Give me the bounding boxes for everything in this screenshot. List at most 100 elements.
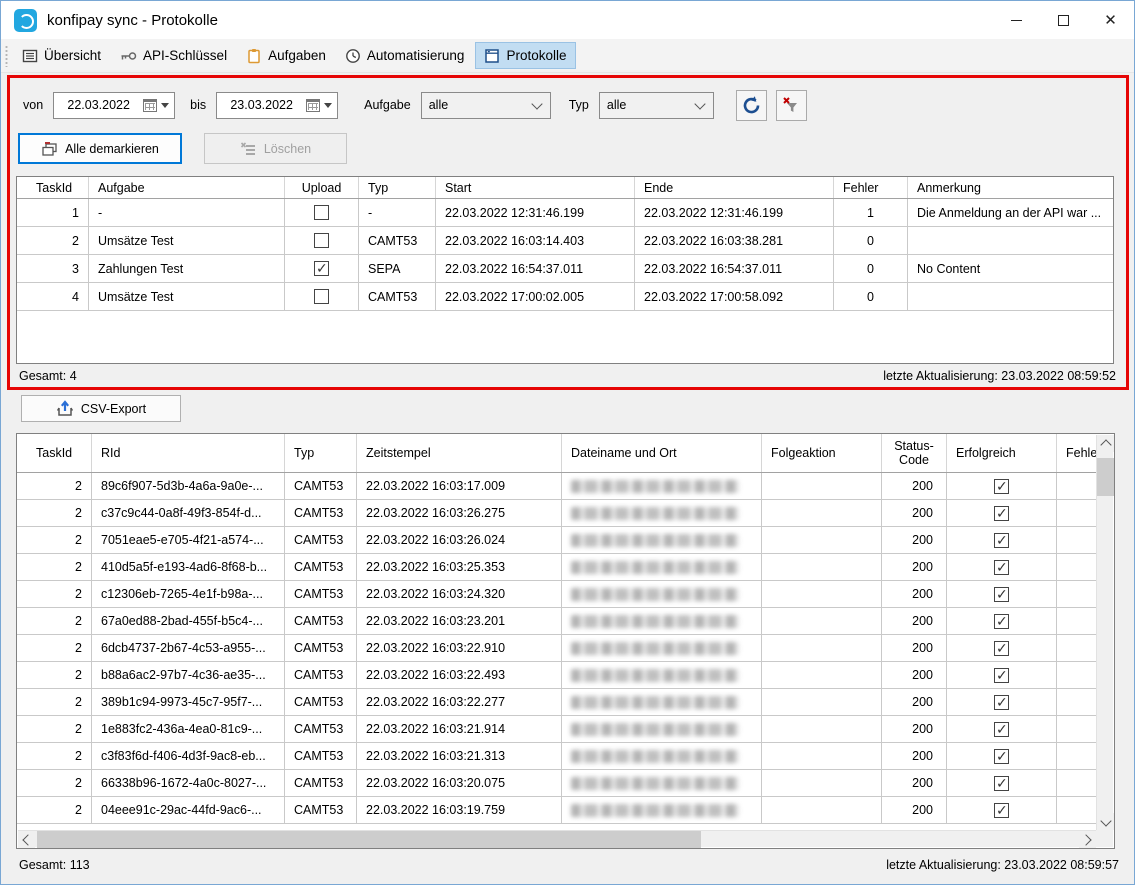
table-row[interactable]: 2 04eee91c-29ac-44fd-9ac6-... CAMT53 22.… bbox=[17, 797, 1096, 824]
col-header-aufgabe[interactable]: Aufgabe bbox=[89, 177, 285, 198]
cell-erfolgreich[interactable] bbox=[947, 554, 1057, 581]
erfolgreich-checkbox[interactable] bbox=[994, 803, 1009, 818]
cell-erfolgreich[interactable] bbox=[947, 689, 1057, 716]
vertical-scrollbar[interactable] bbox=[1096, 435, 1113, 830]
table-row[interactable]: 2 6dcb4737-2b67-4c53-a955-... CAMT53 22.… bbox=[17, 635, 1096, 662]
nav-label: Protokolle bbox=[506, 48, 566, 63]
erfolgreich-checkbox[interactable] bbox=[994, 749, 1009, 764]
erfolgreich-checkbox[interactable] bbox=[994, 722, 1009, 737]
erfolgreich-checkbox[interactable] bbox=[994, 560, 1009, 575]
cell-erfolgreich[interactable] bbox=[947, 743, 1057, 770]
col-header-ende[interactable]: Ende bbox=[635, 177, 834, 198]
erfolgreich-checkbox[interactable] bbox=[994, 614, 1009, 629]
table-row[interactable]: 2 7051eae5-e705-4f21-a574-... CAMT53 22.… bbox=[17, 527, 1096, 554]
col-header-folgeaktion[interactable]: Folgeaktion bbox=[762, 434, 882, 472]
erfolgreich-checkbox[interactable] bbox=[994, 506, 1009, 521]
cell-upload[interactable] bbox=[285, 199, 359, 227]
cell-erfolgreich[interactable] bbox=[947, 635, 1057, 662]
cell-erfolgreich[interactable] bbox=[947, 500, 1057, 527]
col-header-taskid[interactable]: TaskId bbox=[17, 177, 89, 198]
cell-erfolgreich[interactable] bbox=[947, 527, 1057, 554]
chevron-down-icon[interactable] bbox=[324, 103, 332, 108]
cell-upload[interactable] bbox=[285, 255, 359, 283]
date-from-picker[interactable]: 22.03.2022 bbox=[53, 92, 175, 119]
upload-checkbox[interactable] bbox=[314, 233, 329, 248]
col-header-anmerkung[interactable]: Anmerkung bbox=[908, 177, 1113, 198]
cell-erfolgreich[interactable] bbox=[947, 797, 1057, 824]
table-row[interactable]: 4 Umsätze Test CAMT53 22.03.2022 17:00:0… bbox=[17, 283, 1113, 311]
scroll-down-button[interactable] bbox=[1097, 813, 1114, 830]
col-header-status-code[interactable]: Status-Code bbox=[882, 434, 947, 472]
cell-erfolgreich[interactable] bbox=[947, 581, 1057, 608]
table-row[interactable]: 2 c3f83f6d-f406-4d3f-9ac8-eb... CAMT53 2… bbox=[17, 743, 1096, 770]
cell-erfolgreich[interactable] bbox=[947, 608, 1057, 635]
erfolgreich-checkbox[interactable] bbox=[994, 641, 1009, 656]
minimize-button[interactable] bbox=[993, 1, 1040, 39]
upload-checkbox[interactable] bbox=[314, 289, 329, 304]
scroll-right-button[interactable] bbox=[1079, 831, 1096, 848]
table-row[interactable]: 2 89c6f907-5d3b-4a6a-9a0e-... CAMT53 22.… bbox=[17, 473, 1096, 500]
table-row[interactable]: 2 b88a6ac2-97b7-4c36-ae35-... CAMT53 22.… bbox=[17, 662, 1096, 689]
erfolgreich-checkbox[interactable] bbox=[994, 479, 1009, 494]
table-row[interactable]: 3 Zahlungen Test SEPA 22.03.2022 16:54:3… bbox=[17, 255, 1113, 283]
cell-upload[interactable] bbox=[285, 227, 359, 255]
cell-start: 22.03.2022 17:00:02.005 bbox=[436, 283, 635, 311]
cell-erfolgreich[interactable] bbox=[947, 473, 1057, 500]
scroll-left-button[interactable] bbox=[18, 831, 35, 848]
nav-automatisierung[interactable]: Automatisierung bbox=[337, 42, 473, 69]
table-row[interactable]: 2 389b1c94-9973-45c7-95f7-... CAMT53 22.… bbox=[17, 689, 1096, 716]
col-header-rid[interactable]: RId bbox=[92, 434, 285, 472]
table-row[interactable]: 2 Umsätze Test CAMT53 22.03.2022 16:03:1… bbox=[17, 227, 1113, 255]
vertical-scroll-thumb[interactable] bbox=[1097, 458, 1114, 496]
refresh-icon bbox=[741, 95, 762, 116]
erfolgreich-checkbox[interactable] bbox=[994, 587, 1009, 602]
table-row[interactable]: 2 66338b96-1672-4a0c-8027-... CAMT53 22.… bbox=[17, 770, 1096, 797]
clear-filter-button[interactable] bbox=[776, 90, 807, 121]
col-header-taskid[interactable]: TaskId bbox=[17, 434, 92, 472]
col-header-typ[interactable]: Typ bbox=[285, 434, 357, 472]
scroll-up-button[interactable] bbox=[1097, 435, 1114, 452]
cell-erfolgreich[interactable] bbox=[947, 770, 1057, 797]
col-header-dateiname[interactable]: Dateiname und Ort bbox=[562, 434, 762, 472]
horizontal-scroll-thumb[interactable] bbox=[37, 831, 701, 848]
col-header-typ[interactable]: Typ bbox=[359, 177, 436, 198]
col-header-zeitstempel[interactable]: Zeitstempel bbox=[357, 434, 562, 472]
date-to-picker[interactable]: 23.03.2022 bbox=[216, 92, 338, 119]
table-row[interactable]: 2 67a0ed88-2bad-455f-b5c4-... CAMT53 22.… bbox=[17, 608, 1096, 635]
typ-select[interactable]: alle bbox=[599, 92, 714, 119]
upload-checkbox[interactable] bbox=[314, 261, 329, 276]
maximize-button[interactable] bbox=[1040, 1, 1087, 39]
alle-demarkieren-button[interactable]: Alle demarkieren bbox=[18, 133, 182, 164]
erfolgreich-checkbox[interactable] bbox=[994, 668, 1009, 683]
erfolgreich-checkbox[interactable] bbox=[994, 776, 1009, 791]
cell-erfolgreich[interactable] bbox=[947, 716, 1057, 743]
aufgabe-select[interactable]: alle bbox=[421, 92, 551, 119]
col-header-start[interactable]: Start bbox=[436, 177, 635, 198]
col-header-erfolgreich[interactable]: Erfolgreich bbox=[947, 434, 1057, 472]
col-header-fehler[interactable]: Fehler bbox=[834, 177, 908, 198]
table-row[interactable]: 1 - - 22.03.2022 12:31:46.199 22.03.2022… bbox=[17, 199, 1113, 227]
close-button[interactable]: ✕ bbox=[1087, 1, 1134, 39]
refresh-button[interactable] bbox=[736, 90, 767, 121]
nav-api-schluessel[interactable]: API-Schlüssel bbox=[112, 42, 235, 69]
nav-uebersicht[interactable]: Übersicht bbox=[14, 42, 109, 69]
upload-checkbox[interactable] bbox=[314, 205, 329, 220]
col-header-upload[interactable]: Upload bbox=[285, 177, 359, 198]
toolbar-grip[interactable] bbox=[5, 45, 8, 67]
nav-aufgaben[interactable]: Aufgaben bbox=[238, 42, 334, 69]
cell-erfolgreich[interactable] bbox=[947, 662, 1057, 689]
table-row[interactable]: 2 c37c9c44-0a8f-49f3-854f-d... CAMT53 22… bbox=[17, 500, 1096, 527]
csv-export-button[interactable]: CSV-Export bbox=[21, 395, 181, 422]
loeschen-button[interactable]: Löschen bbox=[204, 133, 347, 164]
cell-upload[interactable] bbox=[285, 283, 359, 311]
nav-protokolle[interactable]: Protokolle bbox=[475, 42, 575, 69]
erfolgreich-checkbox[interactable] bbox=[994, 695, 1009, 710]
chevron-down-icon[interactable] bbox=[161, 103, 169, 108]
table-row[interactable]: 2 410d5a5f-e193-4ad6-8f68-b... CAMT53 22… bbox=[17, 554, 1096, 581]
cell-rid: 410d5a5f-e193-4ad6-8f68-b... bbox=[92, 554, 285, 581]
erfolgreich-checkbox[interactable] bbox=[994, 533, 1009, 548]
col-header-fehler[interactable]: Fehler bbox=[1057, 434, 1096, 472]
table-row[interactable]: 2 c12306eb-7265-4e1f-b98a-... CAMT53 22.… bbox=[17, 581, 1096, 608]
table-row[interactable]: 2 1e883fc2-436a-4ea0-81c9-... CAMT53 22.… bbox=[17, 716, 1096, 743]
horizontal-scrollbar[interactable] bbox=[18, 830, 1096, 847]
